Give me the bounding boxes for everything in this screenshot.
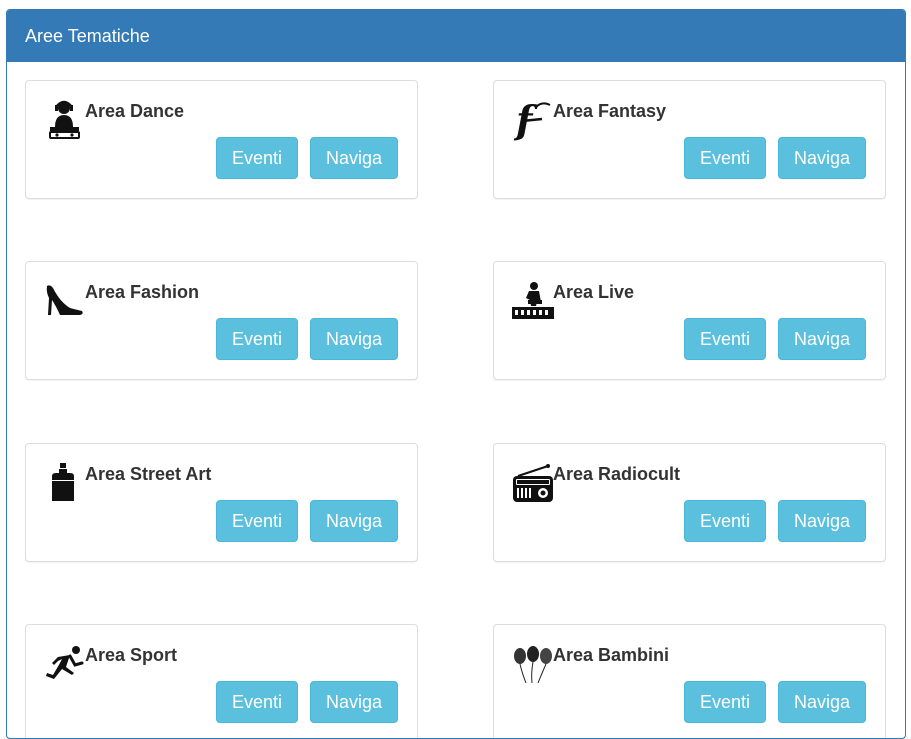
naviga-button[interactable]: Naviga <box>310 318 398 360</box>
area-title: Area Radiocult <box>553 464 681 484</box>
spray-can-icon <box>44 462 86 504</box>
gothic-letter-f-icon: f <box>512 99 554 141</box>
area-title: Area Fashion <box>85 282 200 302</box>
naviga-button[interactable]: Naviga <box>778 318 866 360</box>
themes-panel: Aree Tematiche Area Dance Eventi Naviga … <box>6 9 906 739</box>
eventi-button[interactable]: Eventi <box>216 137 298 179</box>
area-card-live: Area Live Eventi Naviga <box>493 261 886 380</box>
naviga-button[interactable]: Naviga <box>778 137 866 179</box>
area-card-radiocult: Area Radiocult Eventi Naviga <box>493 443 886 562</box>
area-card-bambini: Area Bambini Eventi Naviga <box>493 624 886 738</box>
eventi-button[interactable]: Eventi <box>216 318 298 360</box>
eventi-button[interactable]: Eventi <box>684 318 766 360</box>
area-title: Area Bambini <box>553 645 670 665</box>
radio-icon <box>512 462 554 504</box>
naviga-button[interactable]: Naviga <box>778 500 866 542</box>
area-card-sport: Area Sport Eventi Naviga <box>25 624 418 738</box>
dj-icon <box>44 99 86 141</box>
area-title: Area Live <box>553 282 635 302</box>
eventi-button[interactable]: Eventi <box>684 500 766 542</box>
naviga-button[interactable]: Naviga <box>310 137 398 179</box>
balloons-icon <box>512 643 554 685</box>
area-title: Area Dance <box>85 101 185 121</box>
area-card-dance: Area Dance Eventi Naviga <box>25 80 418 199</box>
eventi-button[interactable]: Eventi <box>216 500 298 542</box>
area-title: Area Street Art <box>85 464 212 484</box>
high-heel-icon <box>44 280 86 322</box>
eventi-button[interactable]: Eventi <box>684 137 766 179</box>
pianist-icon <box>512 280 554 322</box>
area-card-street-art: Area Street Art Eventi Naviga <box>25 443 418 562</box>
runner-icon <box>44 643 86 685</box>
area-card-fashion: Area Fashion Eventi Naviga <box>25 261 418 380</box>
area-title: Area Fantasy <box>553 101 667 121</box>
panel-title: Aree Tematiche <box>7 10 905 62</box>
area-title: Area Sport <box>85 645 178 665</box>
area-card-fantasy: f Area Fantasy Eventi Naviga <box>493 80 886 199</box>
naviga-button[interactable]: Naviga <box>310 500 398 542</box>
